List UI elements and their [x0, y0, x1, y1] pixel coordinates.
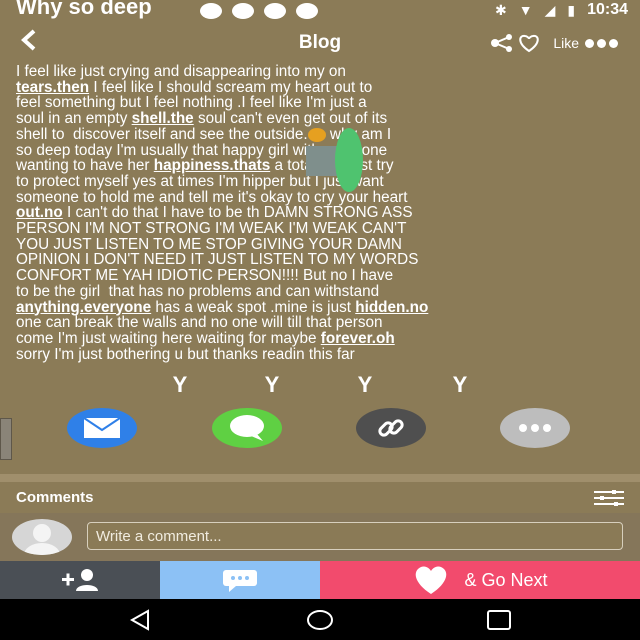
notification-icon: [264, 3, 286, 19]
like-and-next-button[interactable]: & Go Next: [320, 561, 640, 599]
overlay-handle[interactable]: [335, 128, 363, 192]
post-text: has a weak spot .mine is just: [151, 298, 356, 316]
user-silhouette-icon: [24, 524, 60, 555]
wifi-icon: ▼: [518, 2, 533, 18]
notification-icons: [200, 3, 318, 19]
follow-button[interactable]: [0, 561, 160, 599]
chat-button[interactable]: [160, 561, 320, 599]
post-text: I feel like just crying and disappearing…: [16, 63, 346, 80]
reaction-row: Y Y Y Y: [0, 372, 640, 397]
go-next-label: & Go Next: [464, 569, 548, 590]
hashtag-link[interactable]: happiness.thats: [154, 157, 270, 174]
section-divider: [0, 474, 640, 482]
hashtag-link[interactable]: tears.then: [16, 79, 89, 96]
post-text: sorry I'm just bothering u but thanks re…: [16, 345, 355, 363]
nav-back-icon[interactable]: [128, 609, 152, 631]
reaction-item[interactable]: Y: [170, 372, 190, 398]
nav-recents-icon[interactable]: [486, 609, 512, 631]
app-header: Blog Like: [0, 24, 640, 62]
system-nav-bar: [0, 599, 640, 640]
share-more-button[interactable]: [500, 408, 570, 448]
hashtag-link[interactable]: hidden.no: [355, 299, 428, 316]
link-icon: [378, 419, 404, 437]
filter-icon[interactable]: [594, 490, 624, 506]
status-overlay-title: Why so deep: [16, 0, 152, 19]
signal-icon: ◢: [544, 1, 556, 18]
bottom-action-bar: & Go Next: [0, 561, 640, 599]
like-button[interactable]: Like: [489, 33, 618, 53]
reaction-item[interactable]: Y: [355, 372, 375, 398]
reaction-item[interactable]: Y: [262, 372, 282, 398]
chat-bubble-icon: [230, 415, 264, 441]
more-dots-icon[interactable]: [585, 38, 618, 48]
add-user-icon: [62, 569, 98, 591]
comment-input[interactable]: [87, 522, 623, 550]
envelope-icon: [83, 417, 121, 438]
hashtag-link[interactable]: out.no: [16, 204, 63, 221]
bluetooth-icon: ✱: [494, 1, 507, 18]
share-email-button[interactable]: [67, 408, 137, 448]
comments-title: Comments: [16, 489, 94, 506]
blog-post-body: I feel like just crying and disappearing…: [16, 63, 630, 363]
notification-icon: [200, 3, 222, 19]
hashtag-link[interactable]: anything.everyone: [16, 299, 151, 316]
clock: 10:34: [587, 1, 628, 18]
battery-icon: ▮: [567, 1, 576, 18]
post-text: I can't do that I have to be th DAMN STR…: [16, 204, 419, 300]
chat-bubble-icon: [223, 570, 257, 592]
share-message-button[interactable]: [212, 408, 282, 448]
like-label: Like: [553, 35, 579, 51]
notification-icon: [296, 3, 318, 19]
emoji-icon: [307, 127, 326, 142]
more-dots-icon: [519, 424, 551, 432]
nav-home-icon[interactable]: [306, 609, 334, 631]
heart-icon: [416, 566, 447, 594]
share-row: [0, 408, 640, 454]
system-status: ✱ ▼ ◢ ▮ 10:34: [495, 1, 628, 19]
hashtag-link[interactable]: forever.oh: [321, 330, 395, 347]
status-bar: Why so deep ✱ ▼ ◢ ▮ 10:34: [0, 0, 640, 24]
hashtag-link[interactable]: shell.the: [132, 110, 194, 127]
share-heart-icon: [491, 34, 540, 53]
reaction-item[interactable]: Y: [450, 372, 470, 398]
share-link-button[interactable]: [356, 408, 426, 448]
avatar: [12, 519, 72, 555]
notification-icon: [232, 3, 254, 19]
